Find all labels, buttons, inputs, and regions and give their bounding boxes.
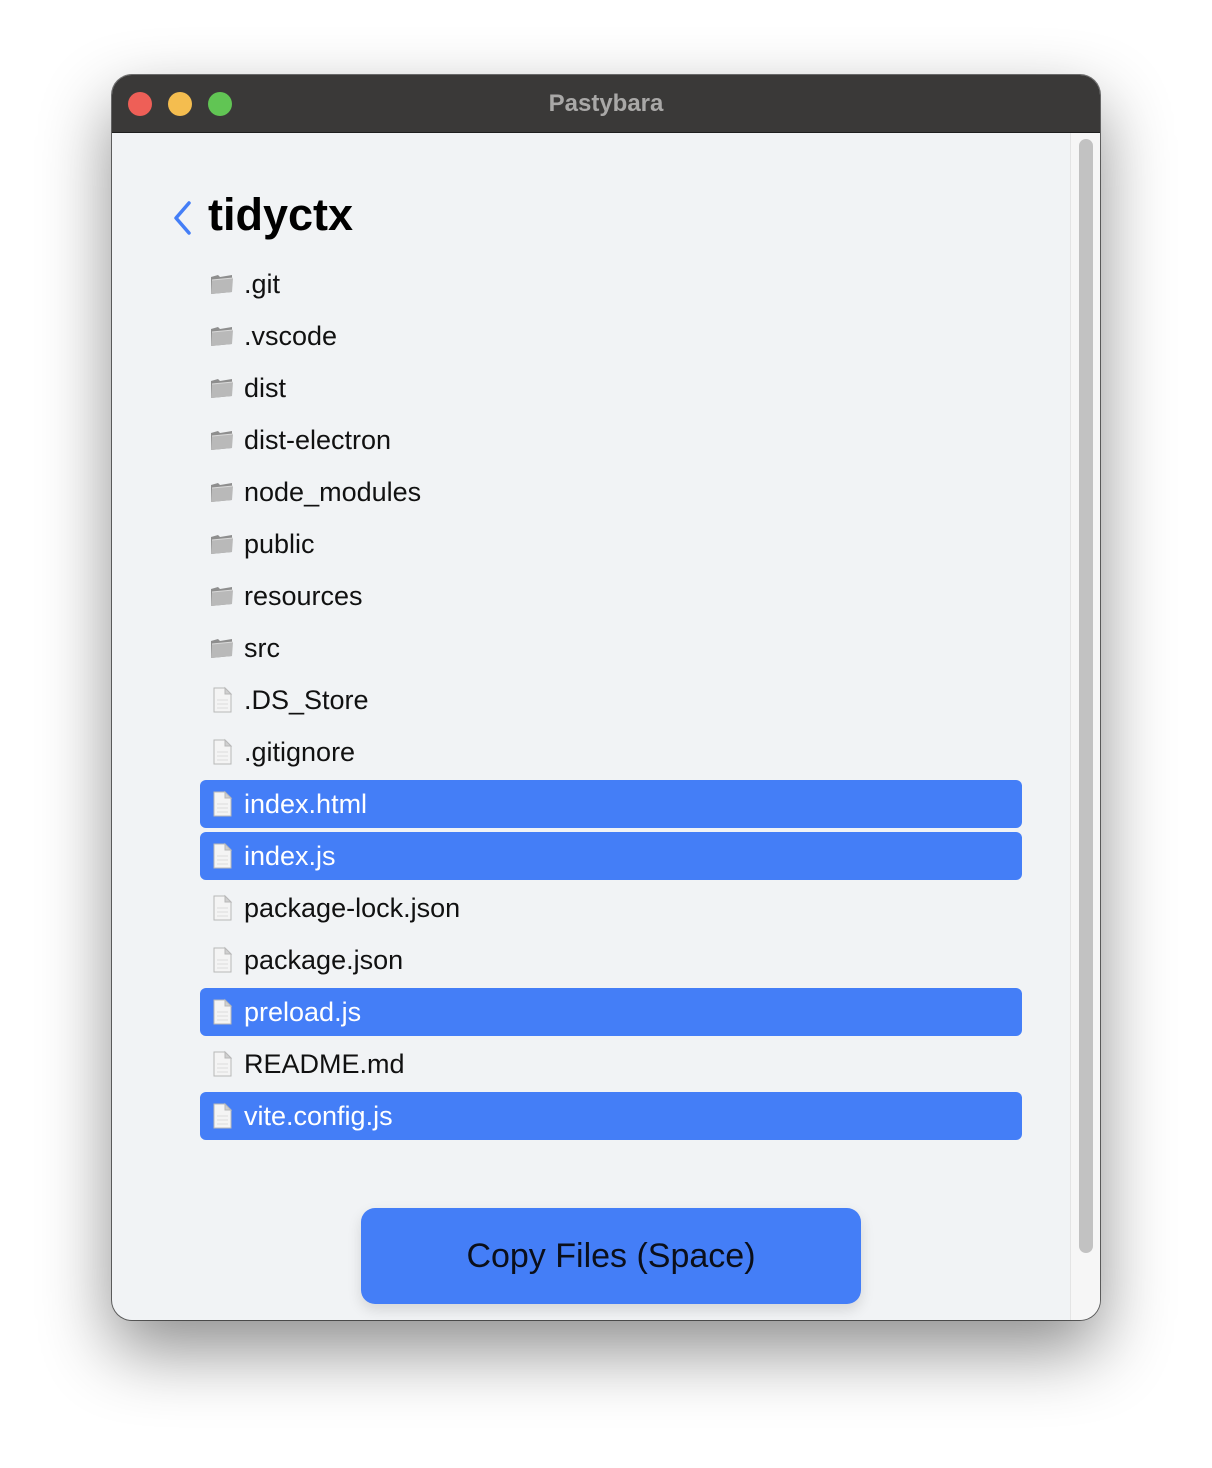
folder-icon (208, 270, 236, 298)
file-icon (208, 894, 236, 922)
folder-icon (208, 426, 236, 454)
file-row[interactable]: package-lock.json (200, 884, 1022, 932)
app-window: Pastybara tidyctx .git .vscode dist dist-el… (112, 75, 1100, 1320)
file-row[interactable]: .DS_Store (200, 676, 1022, 724)
file-icon (208, 1102, 236, 1130)
main-content: tidyctx .git .vscode dist dist-electron node… (112, 133, 1070, 1320)
item-label: .vscode (244, 320, 338, 351)
file-row[interactable]: .gitignore (200, 728, 1022, 776)
folder-row[interactable]: dist (200, 364, 1022, 412)
folder-icon (208, 530, 236, 558)
item-label: .gitignore (244, 736, 356, 767)
file-icon (208, 738, 236, 766)
item-label: .DS_Store (244, 684, 369, 715)
scrollbar-thumb[interactable] (1079, 139, 1093, 1253)
file-row[interactable]: index.js (200, 832, 1022, 880)
folder-row[interactable]: node_modules (200, 468, 1022, 516)
file-icon (208, 1050, 236, 1078)
item-label: resources (244, 580, 363, 611)
scrollbar-track[interactable] (1070, 133, 1100, 1320)
folder-row[interactable]: resources (200, 572, 1022, 620)
folder-row[interactable]: public (200, 520, 1022, 568)
file-row[interactable]: README.md (200, 1040, 1022, 1088)
file-icon (208, 946, 236, 974)
file-icon (208, 998, 236, 1026)
folder-icon (208, 322, 236, 350)
item-label: vite.config.js (244, 1100, 393, 1131)
file-row[interactable]: preload.js (200, 988, 1022, 1036)
folder-row[interactable]: .vscode (200, 312, 1022, 360)
item-label: preload.js (244, 996, 362, 1027)
folder-icon (208, 634, 236, 662)
folder-title: tidyctx (208, 189, 354, 240)
folder-row[interactable]: .git (200, 260, 1022, 308)
file-row[interactable]: package.json (200, 936, 1022, 984)
title-bar[interactable]: Pastybara (112, 75, 1100, 133)
item-label: package-lock.json (244, 892, 461, 923)
folder-row[interactable]: dist-electron (200, 416, 1022, 464)
file-row[interactable]: vite.config.js (200, 1092, 1022, 1140)
item-label: dist-electron (244, 424, 392, 455)
item-label: index.html (244, 788, 368, 819)
back-button[interactable] (170, 198, 196, 238)
item-label: .git (244, 268, 281, 299)
file-icon (208, 686, 236, 714)
file-icon (208, 842, 236, 870)
folder-icon (208, 582, 236, 610)
chevron-left-icon (174, 201, 191, 235)
file-icon (208, 790, 236, 818)
item-label: src (244, 632, 280, 663)
file-row[interactable]: index.html (200, 780, 1022, 828)
item-label: dist (244, 372, 287, 403)
item-label: node_modules (244, 476, 422, 507)
folder-row[interactable]: src (200, 624, 1022, 672)
copy-files-button[interactable]: Copy Files (Space) (361, 1208, 861, 1304)
item-label: public (244, 528, 315, 559)
item-label: README.md (244, 1048, 405, 1079)
folder-icon (208, 374, 236, 402)
file-list: .git .vscode dist dist-electron node_modules… (200, 260, 1022, 1144)
item-label: package.json (244, 944, 404, 975)
folder-icon (208, 478, 236, 506)
item-label: index.js (244, 840, 336, 871)
window-title: Pastybara (548, 90, 664, 117)
